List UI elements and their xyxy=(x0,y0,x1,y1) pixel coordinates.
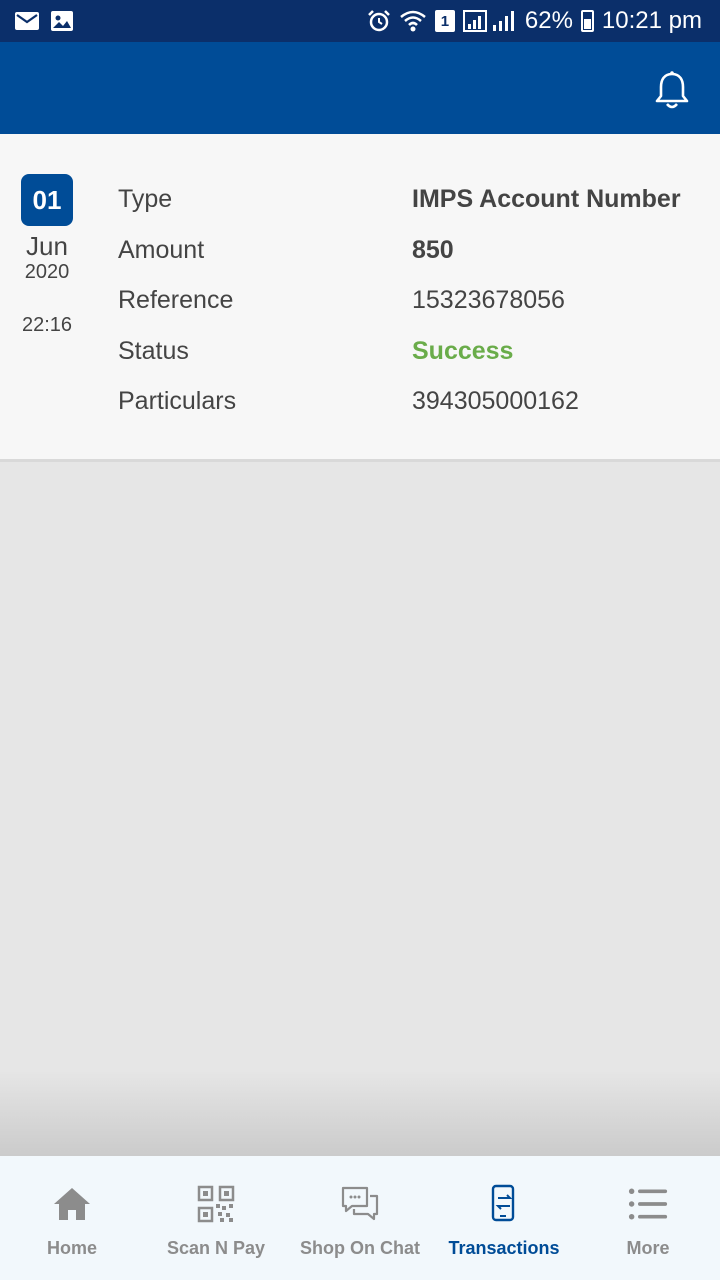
status-bar-left xyxy=(14,10,74,32)
list-menu-icon xyxy=(628,1188,668,1220)
wifi-icon xyxy=(400,10,426,32)
nav-transactions[interactable]: Transactions xyxy=(432,1156,576,1280)
status-time: 10:21 pm xyxy=(601,7,702,34)
phone-transfer-icon xyxy=(491,1184,515,1222)
status-bar: 1 62% 10:21 pm xyxy=(0,0,720,42)
particulars-value: 394305000162 xyxy=(412,386,579,415)
day-badge: 01 xyxy=(21,174,73,226)
nav-more-label: More xyxy=(626,1238,670,1258)
sim-badge: 1 xyxy=(434,10,455,32)
transaction-card[interactable]: 01 Jun 2020 22:16 Type IMPS Account Numb… xyxy=(0,134,720,462)
reference-value: 15323678056 xyxy=(412,285,565,314)
particulars-label: Particulars xyxy=(118,386,237,415)
battery-icon xyxy=(580,10,594,32)
particulars-row: Particulars 394305000162 xyxy=(118,381,708,421)
battery-percent: 62% xyxy=(524,7,573,34)
nav-scan-n-pay-label: Scan N Pay xyxy=(166,1238,266,1258)
bottom-nav: Home Scan N Pay Shop On Chat Transaction… xyxy=(0,1156,720,1280)
alarm-icon xyxy=(367,10,390,32)
nav-more[interactable]: More xyxy=(576,1156,720,1280)
nav-scan-n-pay[interactable]: Scan N Pay xyxy=(144,1156,288,1280)
mail-icon xyxy=(15,12,39,30)
amount-row: Amount 850 xyxy=(118,230,708,270)
chat-bubbles-icon xyxy=(341,1186,379,1221)
app-bar xyxy=(0,42,720,134)
reference-label: Reference xyxy=(118,285,234,314)
year-label: 2020 xyxy=(24,261,70,283)
nav-home[interactable]: Home xyxy=(0,1156,144,1280)
status-label: Status xyxy=(118,336,189,365)
status-row: Status Success xyxy=(118,331,708,371)
nav-home-label: Home xyxy=(46,1238,97,1258)
qr-code-icon xyxy=(197,1185,235,1223)
month-label: Jun xyxy=(26,231,68,261)
type-row: Type IMPS Account Number xyxy=(118,179,708,219)
amount-value: 850 xyxy=(412,235,454,264)
status-value: Success xyxy=(412,336,514,365)
nav-shop-on-chat-label: Shop On Chat xyxy=(300,1238,420,1258)
image-icon xyxy=(51,11,73,31)
home-icon xyxy=(54,1188,90,1220)
nav-shop-on-chat[interactable]: Shop On Chat xyxy=(288,1156,432,1280)
reference-row: Reference 15323678056 xyxy=(118,280,708,320)
type-value: IMPS Account Number xyxy=(412,184,681,213)
nav-transactions-label: Transactions xyxy=(448,1238,560,1258)
status-bar-right: 1 62% 10:21 pm xyxy=(367,7,702,35)
time-label: 22:16 xyxy=(21,314,73,336)
bottom-shadow xyxy=(0,1070,720,1156)
bell-icon[interactable] xyxy=(654,70,690,110)
type-label: Type xyxy=(118,184,173,213)
transaction-date: 01 Jun 2020 22:16 xyxy=(12,174,82,337)
signal-icon xyxy=(462,10,514,32)
amount-label: Amount xyxy=(118,235,205,264)
